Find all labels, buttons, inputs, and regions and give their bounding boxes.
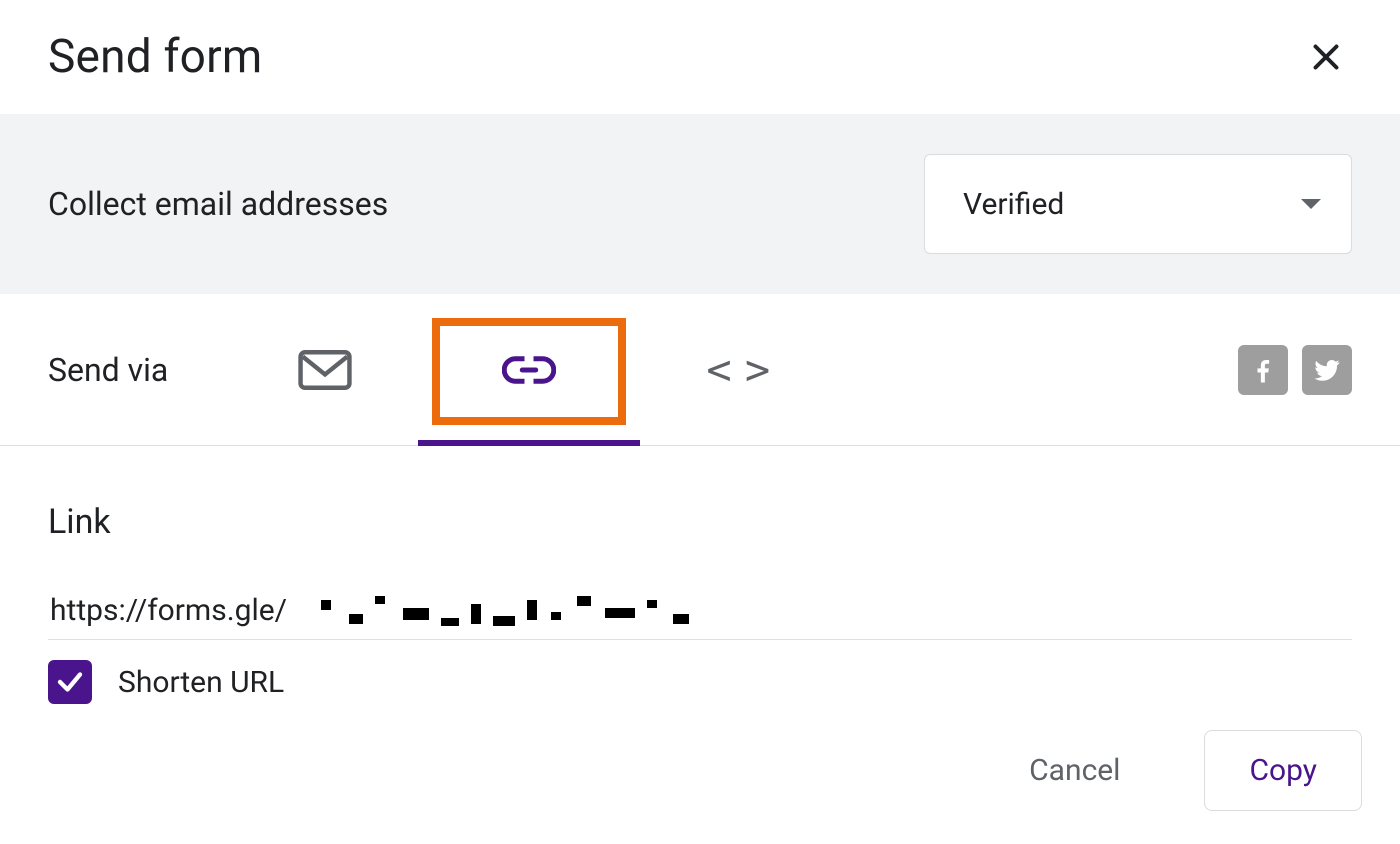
collect-email-selected-value: Verified <box>963 187 1064 222</box>
send-via-tabs: < > <box>298 294 764 445</box>
tab-link[interactable] <box>502 294 556 445</box>
copy-button[interactable]: Copy <box>1204 730 1362 811</box>
redacted-url-portion <box>321 594 701 628</box>
collect-email-row: Collect email addresses Verified <box>0 114 1400 294</box>
dialog-title: Send form <box>48 30 262 84</box>
tab-embed[interactable]: < > <box>706 294 764 445</box>
send-via-label: Send via <box>48 351 168 389</box>
shorten-url-row: Shorten URL <box>48 660 1352 704</box>
link-section: Link <box>0 446 1400 704</box>
dialog-header: Send form <box>0 0 1400 114</box>
email-icon <box>298 350 352 390</box>
dialog-footer: Cancel Copy <box>0 704 1400 837</box>
share-twitter-button[interactable] <box>1302 345 1352 395</box>
send-form-dialog: Send form Collect email addresses Verifi… <box>0 0 1400 837</box>
shorten-url-label: Shorten URL <box>118 665 284 700</box>
close-icon <box>1308 39 1344 75</box>
send-via-row: Send via < > <box>0 294 1400 446</box>
link-icon <box>502 350 556 390</box>
link-url-input[interactable] <box>48 592 323 629</box>
collect-email-label: Collect email addresses <box>48 185 388 223</box>
tab-email[interactable] <box>298 294 352 445</box>
twitter-icon <box>1312 355 1342 385</box>
close-button[interactable] <box>1300 31 1352 83</box>
check-icon <box>55 667 85 697</box>
link-url-field-wrap <box>48 592 1352 640</box>
shorten-url-checkbox[interactable] <box>48 660 92 704</box>
collect-email-select[interactable]: Verified <box>924 154 1352 254</box>
share-facebook-button[interactable] <box>1238 345 1288 395</box>
link-section-title: Link <box>48 502 1352 542</box>
embed-icon: < > <box>706 345 764 394</box>
chevron-down-icon <box>1301 199 1321 209</box>
social-share <box>1238 345 1352 395</box>
active-tab-indicator <box>418 440 640 446</box>
cancel-button[interactable]: Cancel <box>1005 733 1144 808</box>
facebook-icon <box>1248 355 1278 385</box>
